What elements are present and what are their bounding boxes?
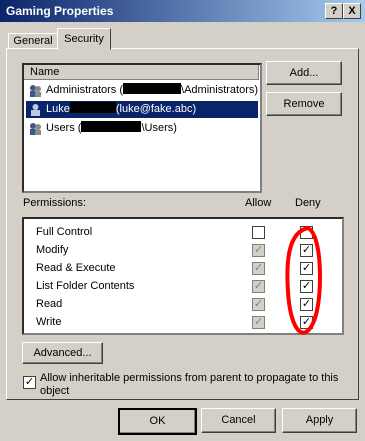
deny-checkbox[interactable]: ✓	[300, 298, 313, 311]
permission-row-read: Read ✓ ✓	[24, 295, 342, 313]
permission-row-write: Write ✓ ✓	[24, 313, 342, 331]
title-bar[interactable]: Gaming Properties ? X	[0, 0, 365, 22]
properties-dialog: Gaming Properties ? X General Security N…	[0, 0, 365, 441]
list-header-label: Name	[30, 66, 60, 78]
permissions-list[interactable]: Full Control Modify ✓ ✓ Read & Execute ✓…	[22, 217, 344, 335]
permission-name: Modify	[36, 244, 69, 256]
deny-checkbox[interactable]	[300, 226, 313, 239]
permissions-label: Permissions:	[23, 197, 86, 209]
permission-name: Full Control	[36, 226, 93, 238]
permission-row-list-folder-contents: List Folder Contents ✓ ✓	[24, 277, 342, 295]
list-item-prefix: Administrators (	[46, 84, 124, 96]
deny-checkbox[interactable]: ✓	[300, 262, 313, 275]
inherit-label: Allow inheritable permissions from paren…	[40, 372, 339, 397]
remove-button[interactable]: Remove	[266, 92, 342, 116]
help-button[interactable]: ?	[325, 3, 343, 19]
deny-column-header: Deny	[295, 197, 321, 209]
redaction-bar	[123, 83, 182, 94]
deny-checkbox[interactable]: ✓	[300, 316, 313, 329]
redaction-bar	[69, 102, 116, 113]
window-title: Gaming Properties	[6, 4, 114, 18]
permission-name: Write	[36, 316, 62, 328]
close-button[interactable]: X	[343, 3, 361, 19]
list-item-suffix: \Administrators)	[181, 84, 259, 96]
inherit-checkbox[interactable]: ✓	[23, 376, 36, 389]
allow-checkbox[interactable]: ✓	[252, 262, 265, 275]
redaction-bar	[81, 121, 142, 132]
permission-name: Read	[36, 298, 63, 310]
add-button[interactable]: Add...	[266, 61, 342, 85]
deny-checkbox[interactable]: ✓	[300, 280, 313, 293]
group-icon	[30, 123, 41, 135]
list-item-administrators[interactable]: Administrators ( \Administrators)	[26, 82, 258, 99]
apply-button[interactable]: Apply	[282, 408, 357, 433]
group-icon	[30, 85, 41, 97]
list-item-text: Luke (luke@fake.abc)	[46, 101, 196, 118]
allow-checkbox[interactable]: ✓	[252, 244, 265, 257]
user-icon	[31, 104, 40, 116]
permission-row-read-execute: Read & Execute ✓ ✓	[24, 259, 342, 277]
allow-checkbox[interactable]: ✓	[252, 298, 265, 311]
permission-name: List Folder Contents	[36, 280, 135, 292]
allow-checkbox[interactable]: ✓	[252, 280, 265, 293]
tab-security[interactable]: Security	[57, 28, 111, 50]
list-item-suffix: (luke@fake.abc)	[115, 103, 197, 115]
allow-checkbox[interactable]: ✓	[252, 316, 265, 329]
list-item-users[interactable]: Users ( \Users)	[26, 120, 258, 137]
users-list[interactable]: Name Administrators ( \Administrators) Lu…	[22, 63, 262, 193]
allow-column-header: Allow	[245, 197, 272, 209]
list-item-text: Administrators ( \Administrators)	[46, 82, 258, 99]
deny-checkbox[interactable]: ✓	[300, 244, 313, 257]
cancel-button[interactable]: Cancel	[201, 408, 276, 433]
list-item-text: Users ( \Users)	[46, 120, 177, 137]
list-item-luke[interactable]: Luke (luke@fake.abc)	[26, 101, 258, 118]
permission-row-full-control: Full Control	[24, 223, 342, 241]
advanced-button[interactable]: Advanced...	[22, 342, 103, 364]
list-item-prefix: Luke	[46, 103, 70, 115]
list-item-suffix: \Users)	[141, 122, 177, 134]
permission-name: Read & Execute	[36, 262, 116, 274]
list-item-prefix: Users (	[46, 122, 82, 134]
ok-button[interactable]: OK	[118, 408, 197, 435]
allow-checkbox[interactable]	[252, 226, 265, 239]
permission-row-modify: Modify ✓ ✓	[24, 241, 342, 259]
list-header-name[interactable]: Name	[24, 65, 259, 80]
